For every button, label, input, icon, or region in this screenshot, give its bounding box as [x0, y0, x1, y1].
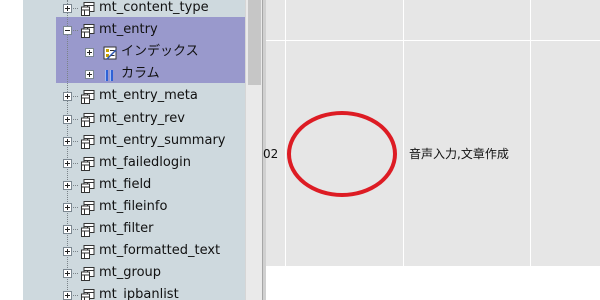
table-icon	[81, 23, 95, 38]
tree-node-label: mt_field	[99, 177, 152, 192]
table-icon	[81, 178, 95, 193]
expand-icon[interactable]	[63, 291, 72, 300]
expand-icon[interactable]	[63, 181, 72, 190]
table-icon	[81, 89, 95, 104]
table-icon	[81, 288, 95, 300]
tree-table-node[interactable]: mt_failedlogin	[0, 152, 245, 174]
tree-child-node[interactable]: インデックス	[0, 41, 245, 63]
object-tree-panel: mt_content_type mt_entry インデックス カラム mt_entry…	[0, 0, 262, 300]
expand-icon[interactable]	[63, 92, 72, 101]
grid-row-separator	[266, 40, 600, 41]
expand-icon[interactable]	[63, 159, 72, 168]
collapse-icon[interactable]	[63, 26, 72, 35]
tree-node-label: mt_fileinfo	[99, 199, 168, 214]
tree-table-node[interactable]: mt_entry_rev	[0, 108, 245, 130]
table-icon	[81, 134, 95, 149]
expand-icon[interactable]	[63, 225, 72, 234]
expand-icon[interactable]	[85, 48, 94, 57]
tree-node-label: mt_formatted_text	[99, 243, 221, 258]
tree-table-node[interactable]: mt_formatted_text	[0, 240, 245, 262]
tree-node-label: mt_failedlogin	[99, 155, 191, 170]
tree-scrollbar[interactable]	[245, 0, 262, 300]
expand-icon[interactable]	[63, 247, 72, 256]
tree-node-label: カラム	[121, 66, 160, 81]
annotation-circle	[287, 111, 397, 197]
expand-icon[interactable]	[85, 70, 94, 79]
columns-icon	[103, 67, 117, 81]
tree-node-label: mt_group	[99, 265, 162, 280]
tree-table-node[interactable]: mt_entry_meta	[0, 85, 245, 107]
table-icon	[81, 112, 95, 127]
expand-icon[interactable]	[63, 115, 72, 124]
expand-icon[interactable]	[63, 137, 72, 146]
tree-table-node[interactable]: mt_group	[0, 262, 245, 284]
tree-table-node[interactable]: mt_filter	[0, 218, 245, 240]
expand-icon[interactable]	[63, 203, 72, 212]
tree-table-node[interactable]: mt_content_type	[0, 0, 245, 19]
tree-node-label: mt_content_type	[99, 0, 209, 15]
tree-node-label: インデックス	[121, 44, 199, 59]
expand-icon[interactable]	[63, 4, 72, 13]
tree-node-label: mt_filter	[99, 221, 154, 236]
tree-node-label: mt_ipbanlist	[99, 287, 179, 300]
tree-table-node[interactable]: mt_entry	[0, 19, 245, 41]
tree-child-node[interactable]: カラム	[0, 63, 245, 85]
tree-table-node[interactable]: mt_entry_summary	[0, 130, 245, 152]
tree-table-node[interactable]: mt_ipbanlist	[0, 284, 245, 300]
grid-cell-partial-value[interactable]: 02	[263, 147, 278, 161]
table-icon	[81, 1, 95, 16]
table-icon	[81, 156, 95, 171]
tree-node-label: mt_entry_meta	[99, 88, 198, 103]
tree-node-label: mt_entry_rev	[99, 111, 185, 126]
index-icon	[103, 45, 117, 60]
grid-cell-note[interactable]: 音声入力,文章作成	[409, 147, 509, 161]
tree-scrollbar-thumb[interactable]	[248, 0, 261, 85]
tree-table-node[interactable]: mt_fileinfo	[0, 196, 245, 218]
tree-node-label: mt_entry_summary	[99, 133, 226, 148]
table-icon	[81, 266, 95, 281]
table-icon	[81, 222, 95, 237]
tree-table-node[interactable]: mt_field	[0, 174, 245, 196]
table-icon	[81, 244, 95, 259]
table-icon	[81, 200, 95, 215]
expand-icon[interactable]	[63, 269, 72, 278]
tree-node-label: mt_entry	[99, 22, 158, 37]
